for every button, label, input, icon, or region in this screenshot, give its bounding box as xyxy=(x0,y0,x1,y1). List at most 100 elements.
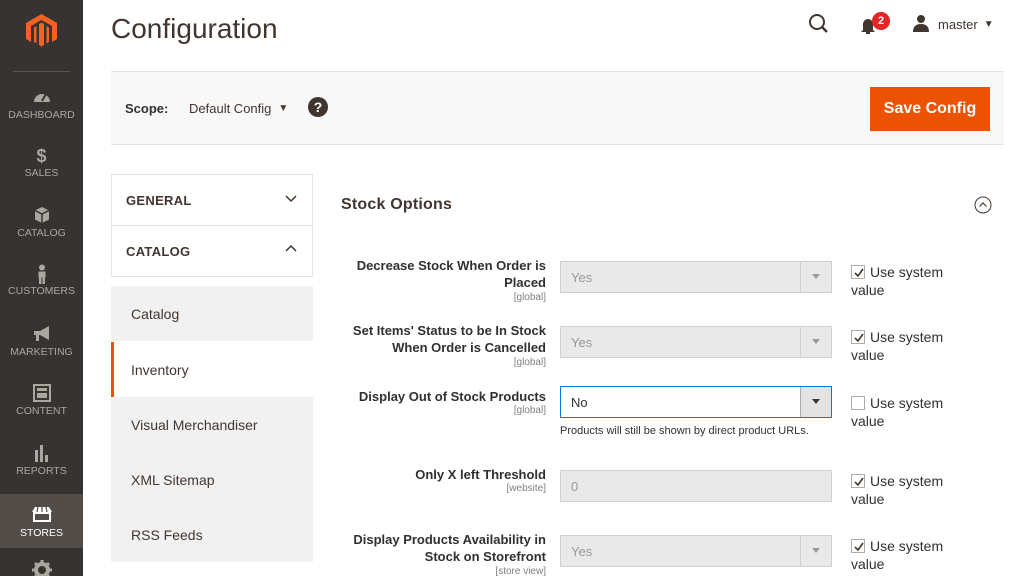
config-tabs: GENERAL CATALOG Catalog Inventory Visual… xyxy=(111,174,313,576)
use-system-value-checkbox[interactable]: Use system value xyxy=(851,328,961,364)
tab-group-label: CATALOG xyxy=(126,244,191,259)
nav-label: REPORTS xyxy=(16,465,67,477)
input-value: 0 xyxy=(571,479,579,494)
use-system-value-checkbox[interactable]: Use system value xyxy=(851,394,961,430)
tab-xml-sitemap[interactable]: XML Sitemap xyxy=(111,452,313,507)
help-icon[interactable]: ? xyxy=(308,97,328,117)
use-system-label: Use system xyxy=(870,329,944,345)
use-system-label: Use system xyxy=(870,538,944,554)
person-icon xyxy=(0,264,83,284)
decrease-stock-select[interactable]: Yes xyxy=(560,261,832,293)
field-label-line2: Placed xyxy=(504,275,546,290)
logo-divider xyxy=(13,71,70,72)
display-out-of-stock-select[interactable]: No xyxy=(560,386,832,418)
nav-item-content[interactable]: CONTENT xyxy=(0,384,83,444)
checkbox-checked[interactable] xyxy=(851,330,865,344)
use-system-value-checkbox[interactable]: Use system value xyxy=(851,472,961,508)
nav-item-marketing[interactable]: MARKETING xyxy=(0,325,83,385)
nav-item-sales[interactable]: $ SALES xyxy=(0,146,83,206)
use-system-label: Use system xyxy=(870,473,944,489)
tab-label: RSS Feeds xyxy=(131,527,203,543)
collapse-button[interactable] xyxy=(974,196,992,214)
nav-item-catalog[interactable]: CATALOG xyxy=(0,206,83,266)
field-label-line1: Decrease Stock When Order is xyxy=(356,258,546,273)
select-value: Yes xyxy=(571,270,593,285)
caret-down-icon xyxy=(812,274,820,279)
scope-bar: Scope: Default Config ▼ ? Save Config xyxy=(111,71,1004,145)
dollar-icon: $ xyxy=(36,146,47,166)
nav-item-system[interactable] xyxy=(0,560,83,576)
nav-item-dashboard[interactable]: DASHBOARD xyxy=(0,88,83,148)
notifications-button[interactable]: 2 xyxy=(860,12,890,36)
select-arrow xyxy=(800,536,831,566)
use-system-label: Use system xyxy=(870,395,944,411)
field-scope: [website] xyxy=(506,483,546,494)
checkbox-checked[interactable] xyxy=(851,539,865,553)
select-arrow xyxy=(800,387,831,417)
nav-label: CONTENT xyxy=(16,405,67,417)
tab-label: Inventory xyxy=(131,362,189,378)
scope-value: Default Config xyxy=(189,101,272,116)
field-label: Set Items' Status to be In Stock When Or… xyxy=(326,322,546,356)
nav-item-stores[interactable]: STORES xyxy=(0,494,83,548)
nav-label: CUSTOMERS xyxy=(8,285,75,297)
nav-item-customers[interactable]: CUSTOMERS xyxy=(0,264,83,324)
admin-sidebar: DASHBOARD $ SALES CATALOG CUSTOMERS MARK… xyxy=(0,0,83,576)
nav-label: DASHBOARD xyxy=(8,109,75,121)
field-label-line2: When Order is Cancelled xyxy=(392,340,546,355)
field-label-line1: Set Items' Status to be In Stock xyxy=(352,323,546,338)
gear-icon xyxy=(0,560,83,576)
tab-inventory[interactable]: Inventory xyxy=(111,342,313,397)
checkbox-checked[interactable] xyxy=(851,265,865,279)
scope-switcher[interactable]: Default Config ▼ xyxy=(189,101,288,116)
use-system-label-2: value xyxy=(851,282,885,298)
box-icon xyxy=(0,206,83,226)
save-config-button[interactable]: Save Config xyxy=(870,87,990,131)
tab-label: XML Sitemap xyxy=(131,472,215,488)
use-system-label-2: value xyxy=(851,491,885,507)
nav-label: CATALOG xyxy=(17,227,66,239)
nav-label: SALES xyxy=(24,167,59,179)
caret-down-icon xyxy=(812,399,820,404)
field-scope: [store view] xyxy=(495,566,546,576)
tab-rss-feeds[interactable]: RSS Feeds xyxy=(111,507,313,562)
use-system-label-2: value xyxy=(851,556,885,572)
use-system-label-2: value xyxy=(851,347,885,363)
bar-chart-icon xyxy=(0,444,83,464)
checkbox-unchecked[interactable] xyxy=(851,396,865,410)
tab-group-label: GENERAL xyxy=(126,193,192,208)
tab-group-general[interactable]: GENERAL xyxy=(111,174,313,226)
display-availability-select[interactable]: Yes xyxy=(560,535,832,567)
field-label-line1: Display Products Availability in xyxy=(353,532,546,547)
use-system-value-checkbox[interactable]: Use system value xyxy=(851,263,961,299)
tab-visual-merchandiser[interactable]: Visual Merchandiser xyxy=(111,397,313,452)
field-note: Products will still be shown by direct p… xyxy=(560,425,809,437)
section-title[interactable]: Stock Options xyxy=(341,196,452,214)
caret-down-icon: ▼ xyxy=(983,18,994,30)
layout-icon xyxy=(0,384,83,404)
select-arrow xyxy=(800,262,831,292)
caret-down-icon: ▼ xyxy=(278,103,289,114)
notification-badge: 2 xyxy=(872,12,890,30)
speedometer-icon xyxy=(0,88,83,108)
magento-logo-icon[interactable] xyxy=(26,14,57,48)
use-system-label: Use system xyxy=(870,264,944,280)
tab-catalog[interactable]: Catalog xyxy=(111,286,313,341)
field-scope: [global] xyxy=(513,292,546,303)
use-system-value-checkbox[interactable]: Use system value xyxy=(851,537,961,573)
user-menu[interactable]: master ▼ xyxy=(912,12,994,36)
stock-threshold-input[interactable]: 0 xyxy=(560,470,832,502)
chevron-up-circle-icon xyxy=(974,196,992,218)
field-label: Only X left Threshold xyxy=(415,467,546,482)
select-arrow xyxy=(800,327,831,357)
page-title: Configuration xyxy=(111,13,278,44)
tab-group-catalog[interactable]: CATALOG xyxy=(111,225,313,277)
nav-label: MARKETING xyxy=(10,346,73,358)
tab-label: Visual Merchandiser xyxy=(131,417,258,433)
checkbox-checked[interactable] xyxy=(851,474,865,488)
search-button[interactable] xyxy=(806,11,832,37)
can-back-in-stock-select[interactable]: Yes xyxy=(560,326,832,358)
chevron-down-icon xyxy=(284,191,298,205)
field-label: Display Out of Stock Products xyxy=(358,389,546,404)
field-scope: [global] xyxy=(513,357,546,368)
